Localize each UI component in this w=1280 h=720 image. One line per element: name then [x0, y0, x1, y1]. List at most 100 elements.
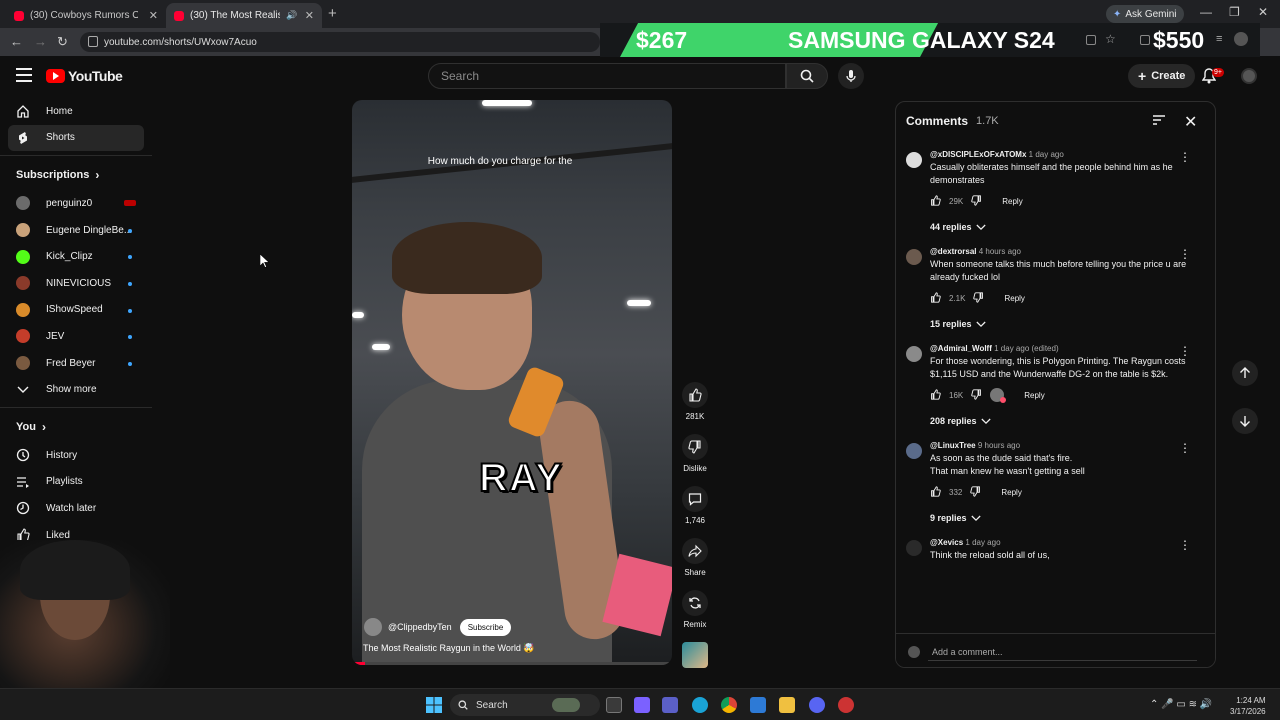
- share-button[interactable]: Share: [678, 538, 712, 590]
- sidebar-subscription-item[interactable]: penguinz0: [0, 190, 152, 217]
- comment-avatar[interactable]: [906, 540, 922, 556]
- windows-start-icon[interactable]: [426, 697, 442, 713]
- sort-icon[interactable]: [1152, 114, 1166, 126]
- view-replies-button[interactable]: 9 replies: [930, 508, 1193, 528]
- view-replies-button[interactable]: 44 replies: [930, 217, 1193, 237]
- sidebar-item-home[interactable]: Home: [0, 98, 152, 125]
- edge-icon[interactable]: [692, 697, 708, 713]
- view-replies-button[interactable]: 15 replies: [930, 314, 1193, 334]
- next-short-button[interactable]: [1232, 408, 1258, 434]
- reload-icon[interactable]: ↻: [57, 34, 68, 50]
- file-explorer-icon[interactable]: [779, 697, 795, 713]
- hamburger-menu-icon[interactable]: [16, 68, 32, 82]
- ask-gemini-button[interactable]: ✦ Ask Gemini: [1106, 5, 1184, 23]
- sidebar-you-header[interactable]: You ›: [0, 412, 152, 442]
- comment-author[interactable]: @Xevics: [930, 538, 963, 547]
- maximize-icon[interactable]: ❐: [1229, 5, 1240, 19]
- channel-avatar[interactable]: [364, 618, 382, 636]
- sidebar-subscription-item[interactable]: Fred Beyer: [0, 350, 152, 377]
- short-video-player[interactable]: How much do you charge for the RAY @Clip…: [352, 100, 672, 665]
- chrome-icon[interactable]: [721, 697, 737, 713]
- add-comment-input[interactable]: Add a comment...: [932, 647, 1003, 657]
- channel-name[interactable]: @ClippedbyTen: [388, 622, 452, 632]
- search-input[interactable]: Search: [428, 63, 786, 89]
- copilot-icon[interactable]: [634, 697, 650, 713]
- subscribe-button[interactable]: Subscribe: [459, 618, 512, 636]
- close-comments-icon[interactable]: ✕: [1184, 112, 1197, 132]
- discord-icon[interactable]: [809, 697, 825, 713]
- youtube-logo[interactable]: YouTube: [46, 68, 123, 84]
- comment-avatar[interactable]: [906, 443, 922, 459]
- back-icon[interactable]: ←: [10, 34, 23, 49]
- close-tab-icon[interactable]: ✕: [305, 9, 314, 22]
- video-progress-bar[interactable]: [352, 662, 672, 665]
- comments-button[interactable]: 1,746: [678, 486, 712, 538]
- sidebar-item-watch-later[interactable]: Watch later: [0, 495, 152, 522]
- comment-more-icon[interactable]: ⋮: [1179, 539, 1191, 551]
- audio-playing-icon[interactable]: 🔊: [286, 10, 297, 21]
- sidebar-item-history[interactable]: History: [0, 442, 152, 469]
- app-icon[interactable]: [838, 697, 854, 713]
- dislike-button[interactable]: Dislike: [678, 434, 712, 486]
- comment-reply-button[interactable]: Reply: [1024, 391, 1044, 400]
- sidebar-item-playlists[interactable]: Playlists: [0, 469, 152, 496]
- teams-icon[interactable]: [662, 697, 678, 713]
- comment-author[interactable]: @dextrorsal: [930, 247, 976, 256]
- sidebar-item-shorts[interactable]: Shorts: [8, 124, 144, 152]
- close-tab-icon[interactable]: ✕: [149, 9, 158, 22]
- taskbar-clock[interactable]: 1:24 AM 3/17/2026: [1230, 695, 1266, 717]
- voice-search-button[interactable]: [838, 63, 864, 89]
- like-button[interactable]: 281K: [678, 382, 712, 434]
- system-tray-icons[interactable]: ⌃ 🎤 ▭ ≋ 🔊: [1150, 699, 1212, 710]
- sidebar-subscription-item[interactable]: Eugene DingleBe...: [0, 217, 152, 244]
- sidebar-subscriptions-header[interactable]: Subscriptions ›: [0, 160, 152, 190]
- comment-more-icon[interactable]: ⋮: [1179, 345, 1191, 357]
- task-view-icon[interactable]: [606, 697, 622, 713]
- comment-dislike-icon[interactable]: [971, 388, 982, 402]
- new-tab-icon[interactable]: +: [328, 5, 337, 22]
- comment-author[interactable]: @LinuxTree: [930, 441, 976, 450]
- comment-author[interactable]: @xDISCIPLExOFxATOMx: [930, 150, 1026, 159]
- browser-tab-active[interactable]: (30) The Most Realistic Rayg 🔊 ✕: [166, 3, 322, 28]
- browser-tab[interactable]: (30) Cowboys Rumors On Sign ✕: [6, 3, 166, 28]
- video-light: [352, 312, 364, 318]
- comment-like-icon[interactable]: [930, 194, 941, 208]
- create-button[interactable]: + Create: [1128, 64, 1196, 88]
- comment-more-icon[interactable]: ⋮: [1179, 442, 1191, 454]
- comment-more-icon[interactable]: ⋮: [1179, 248, 1191, 260]
- forward-icon[interactable]: →: [34, 34, 47, 49]
- site-info-icon[interactable]: [88, 36, 98, 47]
- comment-dislike-icon[interactable]: [973, 291, 984, 305]
- minimize-icon[interactable]: —: [1200, 5, 1212, 19]
- account-avatar[interactable]: [1241, 68, 1257, 84]
- comment-avatar[interactable]: [906, 346, 922, 362]
- remix-button[interactable]: Remix: [678, 590, 712, 642]
- sidebar-subscription-item[interactable]: IShowSpeed: [0, 297, 152, 324]
- address-bar[interactable]: youtube.com/shorts/UWxow7Acuo: [80, 32, 600, 52]
- comment-reply-button[interactable]: Reply: [1002, 197, 1022, 206]
- comment-like-icon[interactable]: [930, 388, 941, 402]
- close-window-icon[interactable]: ✕: [1258, 5, 1268, 19]
- comment-dislike-icon[interactable]: [970, 485, 981, 499]
- comment-avatar[interactable]: [906, 152, 922, 168]
- previous-short-button[interactable]: [1232, 360, 1258, 386]
- view-replies-button[interactable]: 208 replies: [930, 411, 1193, 431]
- comment-like-icon[interactable]: [930, 291, 941, 305]
- search-button[interactable]: [786, 63, 828, 89]
- comment-reply-button[interactable]: Reply: [1001, 488, 1021, 497]
- add-comment-bar[interactable]: Add a comment...: [896, 633, 1215, 667]
- sidebar-show-more[interactable]: Show more: [0, 376, 152, 403]
- comment-dislike-icon[interactable]: [971, 194, 982, 208]
- microsoft-store-icon[interactable]: [750, 697, 766, 713]
- chevron-down-icon: [16, 383, 30, 397]
- sidebar-subscription-item[interactable]: JEV: [0, 323, 152, 350]
- comment-author[interactable]: @Admiral_Wolff: [930, 344, 992, 353]
- taskbar-search[interactable]: Search: [450, 694, 600, 716]
- comment-more-icon[interactable]: ⋮: [1179, 151, 1191, 163]
- sound-thumbnail[interactable]: [682, 642, 708, 668]
- comment-avatar[interactable]: [906, 249, 922, 265]
- sidebar-subscription-item[interactable]: Kick_Clipz: [0, 243, 152, 270]
- comment-reply-button[interactable]: Reply: [1004, 294, 1024, 303]
- sidebar-subscription-item[interactable]: NINEVICIOUS: [0, 270, 152, 297]
- comment-like-icon[interactable]: [930, 485, 941, 499]
